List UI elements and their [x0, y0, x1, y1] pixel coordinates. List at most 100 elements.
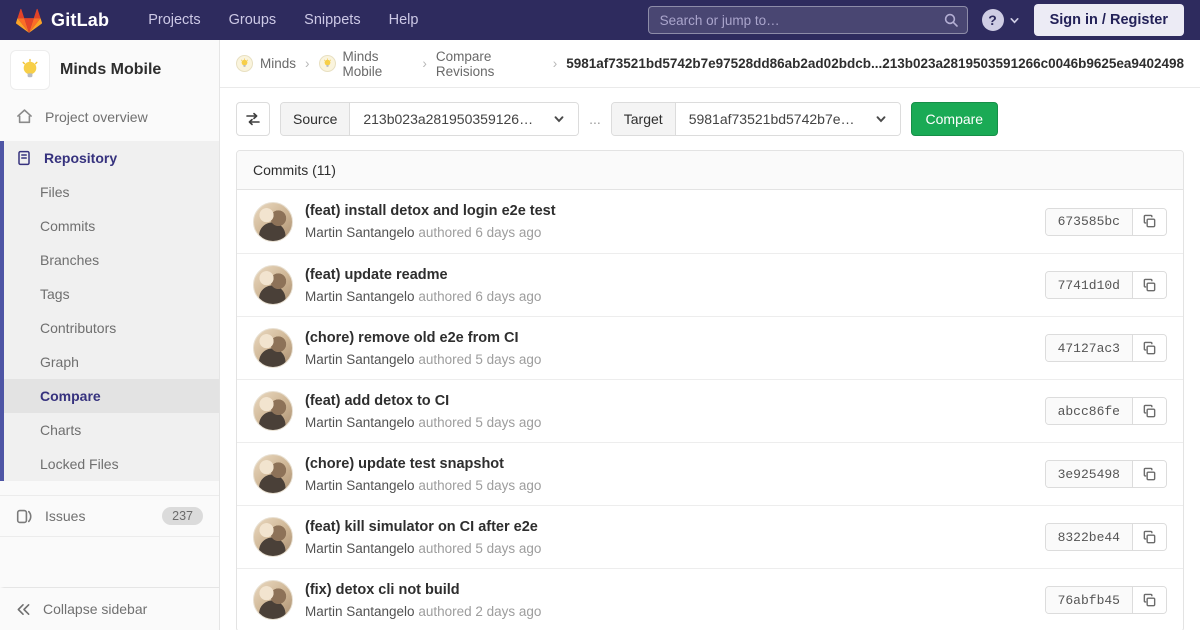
- sidebar-subitem[interactable]: Files: [4, 175, 219, 209]
- commit-author-link[interactable]: Martin Santangelo: [305, 352, 415, 367]
- nav-link[interactable]: Snippets: [293, 6, 371, 34]
- commit-title-link[interactable]: (fix) detox cli not build: [305, 580, 1045, 600]
- swap-revisions-button[interactable]: [236, 102, 270, 136]
- copy-sha-button[interactable]: [1132, 335, 1166, 361]
- nav-link[interactable]: Help: [378, 6, 430, 34]
- commit-sha-link[interactable]: abcc86fe: [1045, 398, 1132, 424]
- gitlab-compare-page: GitLab ProjectsGroupsSnippetsHelp ? Sign…: [0, 0, 1200, 630]
- commit-author-link[interactable]: Martin Santangelo: [305, 289, 415, 304]
- breadcrumb-current-range: 5981af73521bd5742b7e97528dd86ab2ad02bdcb…: [566, 56, 1184, 71]
- copy-sha-button[interactable]: [1132, 587, 1166, 613]
- author-avatar[interactable]: [253, 201, 293, 242]
- help-menu[interactable]: ?: [981, 9, 1020, 31]
- lightbulb-icon: [241, 58, 248, 68]
- commit-sha-link[interactable]: 76abfb45: [1045, 587, 1132, 613]
- repository-subnav: Files Commits Branches Tags Contributors Grap…: [4, 175, 219, 481]
- commit-sha-group: abcc86fe: [1044, 397, 1167, 425]
- copy-icon: [1143, 530, 1156, 543]
- commit-row: (feat) add detox to CI Martin Santangelo…: [237, 379, 1183, 442]
- commit-sha-link[interactable]: 673585bc: [1045, 208, 1132, 235]
- issues-icon: [16, 509, 32, 523]
- copy-sha-button[interactable]: [1132, 524, 1166, 550]
- commit-author-link[interactable]: Martin Santangelo: [305, 225, 415, 240]
- commit-title-link[interactable]: (chore) remove old e2e from CI: [305, 328, 1045, 348]
- double-chevron-left-icon: [17, 603, 30, 615]
- commit-author-link[interactable]: Martin Santangelo: [305, 604, 415, 619]
- source-label: Source: [281, 103, 351, 135]
- target-ref-dropdown[interactable]: 5981af73521bd5742b7e…: [675, 103, 900, 135]
- author-avatar[interactable]: [253, 454, 293, 494]
- copy-sha-button[interactable]: [1132, 272, 1166, 298]
- copy-sha-button[interactable]: [1132, 461, 1166, 487]
- chevron-down-icon: [1010, 17, 1019, 24]
- chevron-down-icon: [876, 116, 885, 123]
- sidebar-item-label: Repository: [44, 150, 118, 166]
- commit-title-link[interactable]: (feat) add detox to CI: [305, 391, 1045, 411]
- copy-icon: [1143, 593, 1156, 606]
- search-input[interactable]: [647, 6, 968, 34]
- sign-in-button[interactable]: Sign in / Register: [1033, 4, 1184, 36]
- commit-info: (feat) kill simulator on CI after e2e Ma…: [305, 517, 1045, 558]
- breadcrumb-compare-link[interactable]: Compare Revisions: [436, 49, 544, 79]
- commit-author-link[interactable]: Martin Santangelo: [305, 541, 415, 556]
- sidebar-subitem[interactable]: Branches: [4, 243, 219, 277]
- commits-panel: Commits (11) (feat) install detox and lo…: [236, 150, 1184, 630]
- source-ref-dropdown[interactable]: 213b023a281950359126…: [350, 103, 579, 135]
- commit-sha-link[interactable]: 47127ac3: [1045, 335, 1132, 361]
- commit-sha-link[interactable]: 7741d10d: [1045, 272, 1132, 298]
- copy-sha-button[interactable]: [1132, 398, 1166, 424]
- navbar-right: ? Sign in / Register: [647, 4, 1184, 36]
- target-group: Target 5981af73521bd5742b7e…: [610, 102, 901, 136]
- author-avatar[interactable]: [253, 580, 293, 620]
- commit-meta: Martin Santangelo authored 5 days ago: [305, 540, 1045, 558]
- commit-meta: Martin Santangelo authored 5 days ago: [305, 351, 1045, 369]
- sidebar-item-repository[interactable]: Repository: [4, 141, 219, 175]
- commit-sha-group: 47127ac3: [1044, 334, 1167, 362]
- sidebar-nav: Project overview Repository Files Commits…: [0, 100, 219, 537]
- breadcrumb-project-link[interactable]: Minds Mobile: [318, 48, 414, 79]
- target-label: Target: [611, 103, 676, 135]
- document-icon: [18, 150, 30, 166]
- commit-row: (fix) detox cli not build Martin Santang…: [237, 568, 1183, 630]
- sidebar-subitem[interactable]: Compare: [4, 379, 219, 413]
- sidebar-subitem[interactable]: Graph: [4, 345, 219, 379]
- author-avatar[interactable]: [253, 391, 293, 431]
- commit-sha-link[interactable]: 8322be44: [1045, 524, 1132, 550]
- sidebar-project-link[interactable]: Minds Mobile: [0, 40, 219, 100]
- sidebar-subitem[interactable]: Commits: [4, 209, 219, 243]
- commit-author-link[interactable]: Martin Santangelo: [305, 415, 415, 430]
- commit-title-link[interactable]: (feat) kill simulator on CI after e2e: [305, 517, 1045, 537]
- commit-sha-group: 3e925498: [1044, 460, 1167, 488]
- commit-info: (fix) detox cli not build Martin Santang…: [305, 580, 1045, 621]
- sidebar-item-project-overview[interactable]: Project overview: [0, 100, 219, 133]
- main-content: Minds › Minds Mobile › Compare Revisions…: [220, 40, 1200, 630]
- commit-sha-link[interactable]: 3e925498: [1045, 461, 1132, 487]
- sidebar-subitem[interactable]: Contributors: [4, 311, 219, 345]
- search-icon: [944, 13, 958, 27]
- compare-button[interactable]: Compare: [910, 102, 999, 136]
- gitlab-home-link[interactable]: GitLab: [16, 8, 109, 33]
- commit-title-link[interactable]: (chore) update test snapshot: [305, 454, 1045, 474]
- sidebar-subitem[interactable]: Tags: [4, 277, 219, 311]
- sidebar-subitem[interactable]: Locked Files: [4, 447, 219, 481]
- commit-info: (feat) add detox to CI Martin Santangelo…: [305, 391, 1045, 432]
- sidebar-item-issues[interactable]: Issues 237: [0, 499, 219, 533]
- range-dots: ...: [589, 111, 601, 127]
- commit-title-link[interactable]: (feat) install detox and login e2e test: [305, 201, 1045, 221]
- author-avatar[interactable]: [253, 517, 293, 557]
- collapse-sidebar-label: Collapse sidebar: [43, 601, 148, 617]
- author-avatar[interactable]: [253, 328, 293, 368]
- nav-link[interactable]: Projects: [137, 6, 211, 34]
- copy-sha-button[interactable]: [1132, 208, 1166, 235]
- commit-title-link[interactable]: (feat) update readme: [305, 265, 1045, 285]
- breadcrumb-group-link[interactable]: Minds: [236, 55, 296, 72]
- breadcrumb-label: Minds Mobile: [342, 48, 383, 79]
- author-avatar[interactable]: [253, 265, 293, 305]
- commit-info: (feat) install detox and login e2e test …: [305, 201, 1045, 242]
- collapse-sidebar-button[interactable]: Collapse sidebar: [0, 587, 219, 630]
- sidebar-subitem[interactable]: Charts: [4, 413, 219, 447]
- copy-icon: [1143, 467, 1156, 480]
- commit-authored-time: authored 5 days ago: [418, 540, 542, 556]
- nav-link[interactable]: Groups: [218, 6, 288, 34]
- commit-author-link[interactable]: Martin Santangelo: [305, 478, 415, 493]
